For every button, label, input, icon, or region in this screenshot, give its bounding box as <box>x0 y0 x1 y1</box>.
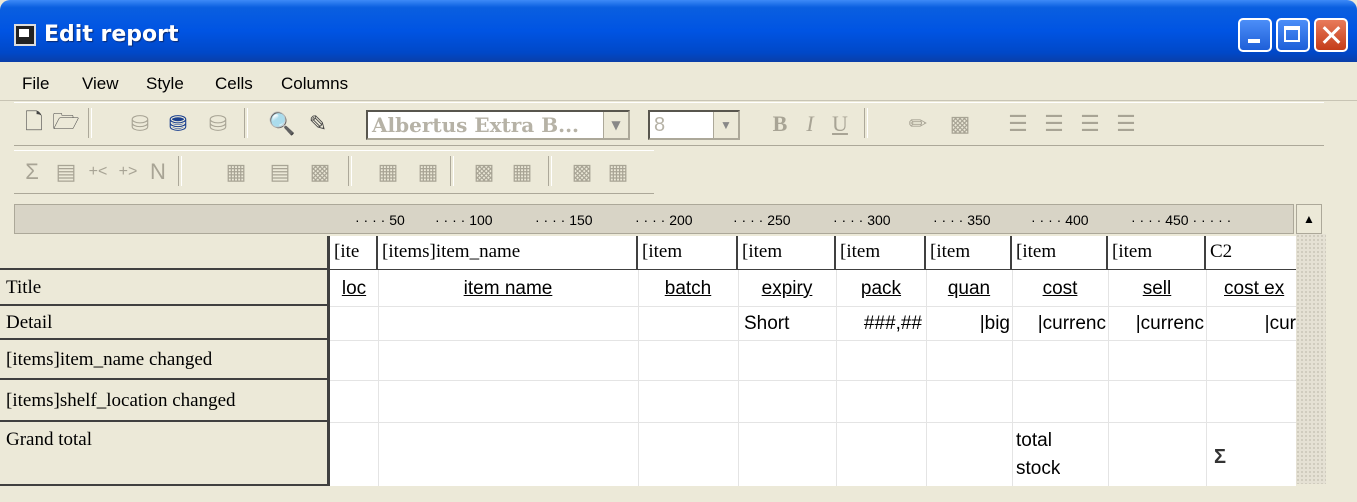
new-document-icon[interactable]: 🗋 <box>20 109 48 138</box>
toolbar-separator <box>450 156 454 186</box>
maximize-button[interactable] <box>1276 18 1310 52</box>
cell-pattern-icon[interactable]: ▦ <box>604 158 632 186</box>
cell-fill-icon[interactable]: ▩ <box>568 158 596 186</box>
column-left-icon[interactable]: ▦ <box>374 158 402 186</box>
toolbar-separator <box>88 108 92 138</box>
column-header[interactable]: [item <box>836 236 926 270</box>
column-header[interactable]: C2 <box>1206 236 1296 270</box>
database-query-icon[interactable]: ⛃ <box>164 110 192 138</box>
title-cell[interactable]: sell <box>1108 278 1206 300</box>
scroll-up-button[interactable]: ▲ <box>1296 204 1322 234</box>
title-cell[interactable]: batch <box>638 278 738 300</box>
font-size-select[interactable]: 8 ▼ <box>648 110 740 140</box>
row-header-item-name-changed[interactable]: [items]item_name changed <box>0 340 330 380</box>
window-bottom <box>0 486 1357 502</box>
database-icon[interactable]: ⛁ <box>126 110 154 138</box>
title-cell[interactable]: cost <box>1012 278 1108 300</box>
grid-corner <box>0 236 330 270</box>
detail-cell[interactable]: |currenc <box>1012 313 1106 335</box>
ruler: · · · · 50 · · · · 100 · · · · 150 · · ·… <box>14 204 1294 234</box>
align-right-icon[interactable]: ☰ <box>1076 110 1104 138</box>
edit-report-window: Edit report File View Style Cells Column… <box>0 0 1357 502</box>
row-header-grand-total[interactable]: Grand total <box>0 422 330 486</box>
open-folder-icon[interactable]: 🗁 <box>52 109 80 138</box>
detail-cell[interactable]: |big <box>926 313 1010 335</box>
toolbar-separator <box>864 108 868 138</box>
menu-bar <box>0 62 1357 101</box>
null-icon[interactable]: N <box>144 158 172 186</box>
align-justify-icon[interactable]: ☰ <box>1112 110 1140 138</box>
window-title: Edit report <box>44 22 179 47</box>
print-preview-icon[interactable]: 🔍 <box>268 110 296 138</box>
title-cell[interactable]: loc <box>330 278 378 300</box>
fill-pattern-icon[interactable]: ▩ <box>946 110 974 138</box>
column-header[interactable]: [items]item_name <box>378 236 638 270</box>
bold-icon[interactable]: B <box>766 110 794 138</box>
detail-cell[interactable]: |cur <box>1206 313 1296 335</box>
sum-icon[interactable]: Σ <box>1214 446 1226 469</box>
italic-icon[interactable]: I <box>796 110 824 138</box>
title-cell[interactable]: quan <box>926 278 1012 300</box>
row-header-detail[interactable]: Detail <box>0 306 330 340</box>
app-icon <box>14 24 36 46</box>
minimize-button[interactable] <box>1238 18 1272 52</box>
database-link-icon[interactable]: ⛁ <box>204 110 232 138</box>
underline-icon[interactable]: U <box>826 110 854 138</box>
grid-pattern-icon[interactable]: ▩ <box>306 158 334 186</box>
column-header[interactable]: [item <box>926 236 1012 270</box>
close-button[interactable] <box>1314 18 1348 52</box>
menu-cells[interactable]: Cells <box>215 74 253 94</box>
menu-file[interactable]: File <box>22 74 49 94</box>
title-cell[interactable]: pack <box>836 278 926 300</box>
insert-row-icon[interactable]: ▤ <box>266 158 294 186</box>
toolbar-separator <box>178 156 182 186</box>
title-cell[interactable]: cost ex <box>1206 278 1314 300</box>
menu-view[interactable]: View <box>82 74 119 94</box>
header-fill-icon[interactable]: ▩ <box>470 158 498 186</box>
move-right-icon[interactable]: +> <box>114 158 142 186</box>
align-center-icon[interactable]: ☰ <box>1040 110 1068 138</box>
title-cell[interactable]: expiry <box>738 278 836 300</box>
column-right-icon[interactable]: ▦ <box>414 158 442 186</box>
column-header[interactable]: [ite <box>330 236 378 270</box>
column-header[interactable]: [item <box>638 236 738 270</box>
detail-cell[interactable]: Short <box>744 313 836 335</box>
detail-cell[interactable]: ###,## <box>836 313 922 335</box>
column-header[interactable]: [item <box>1012 236 1108 270</box>
font-name-select[interactable]: Albertus Extra B... ▼ <box>366 110 630 140</box>
column-header[interactable]: [item <box>738 236 836 270</box>
menu-columns[interactable]: Columns <box>281 74 348 94</box>
group-icon[interactable]: ▤ <box>52 158 80 186</box>
column-header[interactable]: [item <box>1108 236 1206 270</box>
header-pattern-icon[interactable]: ▦ <box>508 158 536 186</box>
insert-column-icon[interactable]: ▦ <box>222 158 250 186</box>
vertical-scrollbar[interactable] <box>1296 234 1326 484</box>
menu-style[interactable]: Style <box>146 74 184 94</box>
title-cell[interactable]: item name <box>378 278 638 300</box>
sum-icon[interactable]: Σ <box>18 158 46 186</box>
pen-color-icon[interactable]: ✏ <box>904 110 932 138</box>
align-left-icon[interactable]: ☰ <box>1004 110 1032 138</box>
toolbar-separator <box>548 156 552 186</box>
toolbar-separator <box>244 108 248 138</box>
grand-total-cost-label[interactable]: total <box>1016 430 1052 452</box>
toolbar-separator <box>348 156 352 186</box>
row-header-shelf-location-changed[interactable]: [items]shelf_location changed <box>0 380 330 422</box>
edit-tag-icon[interactable]: ✎ <box>304 110 332 138</box>
row-header-title[interactable]: Title <box>0 270 330 306</box>
detail-cell[interactable]: |currenc <box>1108 313 1204 335</box>
grand-total-cost-label-2[interactable]: stock <box>1016 458 1060 480</box>
title-bar[interactable]: Edit report <box>0 0 1357 62</box>
move-left-icon[interactable]: +< <box>84 158 112 186</box>
